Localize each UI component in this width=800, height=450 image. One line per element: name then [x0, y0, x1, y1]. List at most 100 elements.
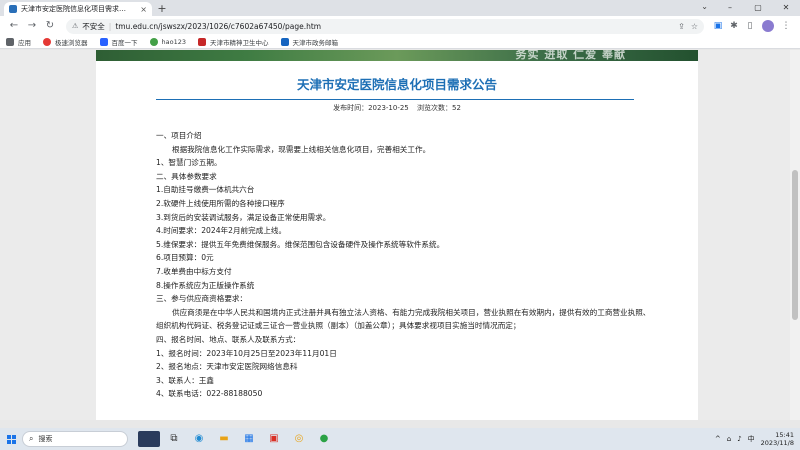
tab-title: 天津市安定医院信息化项目需求…: [21, 5, 126, 13]
list-item: 3、联系人：王鑫: [156, 375, 214, 385]
page-title: 天津市安定医院信息化项目需求公告: [296, 77, 497, 92]
site-banner: 务实 进取 仁爱 奉献: [96, 50, 698, 61]
forward-button[interactable]: →: [24, 18, 40, 34]
views-count: 52: [452, 104, 461, 112]
menu-icon[interactable]: ⋮: [778, 18, 794, 34]
publish-label-text: 发布时间：: [333, 104, 369, 112]
bookmark-item[interactable]: 天津市政务邮箱: [280, 37, 339, 47]
section-heading: 四、报名时间、地点、联系人及联系方式：: [156, 334, 301, 344]
tab-close-icon[interactable]: ×: [140, 5, 147, 14]
warning-icon[interactable]: ⚠: [72, 22, 78, 30]
browser-toolbar: ← → ↻ ⚠ 不安全 | tmu.edu.cn/jswszx/2023/102…: [0, 16, 800, 36]
banner-motto: 务实 进取 仁爱 奉献: [515, 50, 626, 61]
section-heading: 一、项目介绍: [156, 131, 202, 140]
close-window-button[interactable]: ✕: [772, 0, 800, 16]
scrollbar-thumb[interactable]: [792, 170, 798, 320]
list-item: 3.到货后的安装调试服务，满足设备正常使用需求。: [156, 212, 331, 222]
list-item: 1.自助挂号缴费一体机共六台: [156, 185, 255, 195]
views-label-text: 浏览次数：: [417, 104, 452, 112]
star-icon[interactable]: ☆: [691, 22, 698, 31]
page-scrollbar[interactable]: [790, 50, 800, 420]
omnibox-divider: |: [108, 21, 112, 31]
bookmark-label: hao123: [161, 38, 187, 46]
search-label: 搜索: [38, 435, 53, 443]
apps-grid-icon: [6, 38, 14, 46]
bookmark-item[interactable]: 百度一下: [99, 37, 138, 47]
wechat-icon[interactable]: ●: [313, 428, 335, 450]
network-icon[interactable]: ⌂: [727, 435, 731, 443]
bookmark-item[interactable]: 极速浏览器: [43, 37, 88, 47]
paragraph: 供应商须是在中华人民共和国境内正式注册并具有独立法人资格、有能力完成我院相关项目…: [156, 307, 651, 331]
back-button[interactable]: ←: [6, 18, 22, 34]
list-item: 2、报名地点：天津市安定医院网络信息科: [156, 362, 298, 372]
clock-date: 2023/11/8: [760, 439, 794, 447]
article-meta: 发布时间：2023-10-25 浏览次数：52: [96, 103, 698, 113]
task-view-icon[interactable]: ⧉: [163, 428, 185, 450]
list-item: 2.软硬件上线使用所需的各种接口程序: [156, 198, 285, 208]
title-divider: [156, 99, 634, 100]
mail-icon: [280, 38, 289, 46]
bookmark-label: 百度一下: [111, 39, 138, 47]
section-heading: 三、参与供应商资格要求：: [156, 294, 248, 304]
list-item: 8.操作系统应为正版操作系统: [156, 280, 255, 290]
taskbar-clock[interactable]: 15:41 2023/11/8: [761, 431, 794, 447]
list-item: 1、报名时间：2023年10月25日至2023年11月01日: [156, 348, 337, 358]
chrome-icon[interactable]: ◎: [288, 428, 310, 450]
browser-logo-icon: [43, 38, 51, 46]
profile-icon[interactable]: [762, 20, 774, 32]
publish-date: 2023-10-25: [368, 104, 409, 112]
clock-time: 15:41: [775, 431, 794, 439]
taskbar-search[interactable]: ⌕ 搜索: [22, 431, 128, 447]
hao123-icon: [149, 38, 158, 46]
search-highlight-image[interactable]: [138, 431, 160, 447]
search-icon: ⌕: [29, 434, 34, 443]
tab-search-icon[interactable]: ⌄: [701, 2, 708, 11]
browser-tab[interactable]: 天津市安定医院信息化项目需求… ×: [4, 2, 152, 16]
bookmark-item[interactable]: hao123: [149, 38, 187, 46]
volume-icon[interactable]: ♪: [737, 435, 741, 443]
url-text[interactable]: tmu.edu.cn/jswszx/2023/1026/c7602a67450/…: [115, 22, 672, 31]
bookmark-label: 极速浏览器: [55, 39, 88, 47]
section-heading: 二、具体参数要求: [156, 171, 217, 181]
site-favicon-icon: [9, 5, 17, 13]
list-item: 5.维保要求：提供五年免费维保服务。维保范围包含设备硬件及操作系统等软件系统。: [156, 239, 445, 249]
start-button[interactable]: [0, 428, 22, 450]
bookmark-label: 天津市政务邮箱: [292, 39, 339, 47]
maximize-button[interactable]: ▢: [744, 0, 772, 16]
bookmark-label: 应用: [18, 39, 31, 47]
minimize-button[interactable]: –: [716, 0, 744, 16]
tray-overflow-icon[interactable]: ^: [715, 435, 721, 443]
window-controls: – ▢ ✕: [716, 0, 800, 16]
input-language[interactable]: 中: [748, 434, 755, 444]
edge-icon[interactable]: ◉: [188, 428, 210, 450]
system-tray: ^ ⌂ ♪ 中 15:41 2023/11/8: [709, 428, 794, 450]
bookmark-item[interactable]: 天津市精神卫生中心: [198, 37, 269, 47]
extension-blue-icon[interactable]: ▣: [710, 18, 726, 34]
address-bar[interactable]: ⚠ 不安全 | tmu.edu.cn/jswszx/2023/1026/c760…: [66, 18, 704, 34]
publish-label: 发布时间：2023-10-25: [333, 104, 409, 112]
list-item: 1、智慧门诊五期。: [156, 158, 222, 168]
bookmark-label: 天津市精神卫生中心: [210, 39, 269, 47]
puzzle-icon[interactable]: ✱: [726, 18, 742, 34]
list-item: 4、联系电话：022-88188050: [156, 389, 263, 399]
windows-taskbar: ⌕ 搜索 ⧉ ◉ ▬ ▦ ▣ ◎ ● ^ ⌂ ♪ 中 15:41 2023/11…: [0, 428, 800, 450]
sidebar-icon[interactable]: ▯: [742, 18, 758, 34]
new-tab-button[interactable]: +: [155, 2, 169, 16]
file-explorer-icon[interactable]: ▬: [213, 428, 235, 450]
share-icon[interactable]: ⇪: [678, 22, 685, 31]
windows-logo-icon: [6, 434, 16, 444]
bookmarks-bar: 应用 极速浏览器 百度一下 hao123 天津市精神卫生中心 天津市政务邮箱: [0, 36, 800, 49]
paragraph: 根据我院信息化工作实际需求，现需要上线相关信息化项目，完善相关工作。: [172, 144, 431, 154]
views-label: 浏览次数：52: [417, 104, 461, 112]
article-body: 一、项目介绍 根据我院信息化工作实际需求，现需要上线相关信息化项目，完善相关工作…: [156, 129, 656, 401]
article-container: 天津市安定医院信息化项目需求公告 发布时间：2023-10-25 浏览次数：52…: [96, 61, 698, 420]
hospital-logo-icon: [198, 38, 206, 46]
store-icon[interactable]: ▦: [238, 428, 260, 450]
reload-button[interactable]: ↻: [42, 18, 58, 34]
bookmark-apps[interactable]: 应用: [6, 37, 31, 47]
security-label[interactable]: 不安全: [82, 21, 105, 32]
baidu-paw-icon: [99, 38, 108, 46]
list-item: 4.时间要求：2024年2月前完成上线。: [156, 226, 287, 236]
list-item: 7.收单费由中标方支付: [156, 266, 232, 276]
app-red-icon[interactable]: ▣: [263, 428, 285, 450]
